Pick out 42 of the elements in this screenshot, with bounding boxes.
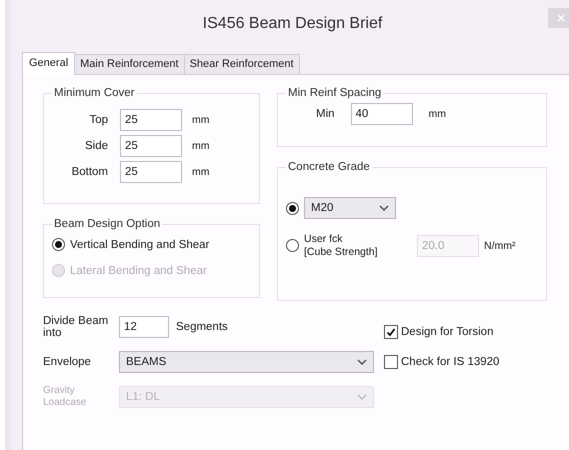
unit-label: N/mm² [484,240,516,252]
input-field[interactable]: 25 [120,109,182,131]
caret-icon [357,394,367,400]
field-label: Side [84,140,109,152]
close-icon [557,14,565,22]
field-label: Top [88,114,109,126]
input-field[interactable]: 25 [120,161,182,183]
unit-label: mm [192,114,210,126]
tab[interactable]: General [22,52,76,75]
caret-icon [379,205,389,211]
caret-icon [357,359,367,365]
tab[interactable]: Main Reinforcement [74,54,185,74]
group-title: Beam Design Option [53,218,162,230]
unit-label: Segments [176,321,228,333]
radio-button[interactable] [52,238,65,251]
unit-label: mm [192,140,210,152]
group-title: Min Reinf Spacing [287,87,382,99]
radio-button[interactable] [286,202,299,214]
field-label: Envelope [43,356,92,368]
unit-label: mm [192,166,210,178]
group-title: Minimum Cover [53,87,136,99]
tab[interactable]: Shear Reinforcement [184,54,300,74]
field-label: Bottom [70,166,109,178]
input-field[interactable]: 25 [120,135,182,157]
field-label: Divide Beam into [43,315,110,339]
envelope-dropdown[interactable]: BEAMS [119,351,374,373]
option-label: Lateral Bending and Shear [70,264,207,276]
input-field[interactable]: 40 [350,103,413,125]
checkbox-label: Design for Torsion [401,326,494,338]
option-label: User fck [Cube Strength] [304,233,379,258]
input-field[interactable]: 12 [119,316,169,338]
grade-dropdown[interactable]: M20 [304,197,396,219]
check-icon [386,327,396,337]
unit-label: mm [428,108,446,120]
option-label: Vertical Bending and Shear [70,238,210,250]
checkbox-label: Check for IS 13920 [401,356,500,368]
field-label: Gravity Loadcase [43,385,88,409]
group-title: Concrete Grade [287,161,371,173]
checkbox[interactable] [384,325,398,339]
window-title: IS456 Beam Design Brief [202,15,382,33]
field-label: Min [316,108,335,120]
checkbox[interactable] [384,355,398,369]
